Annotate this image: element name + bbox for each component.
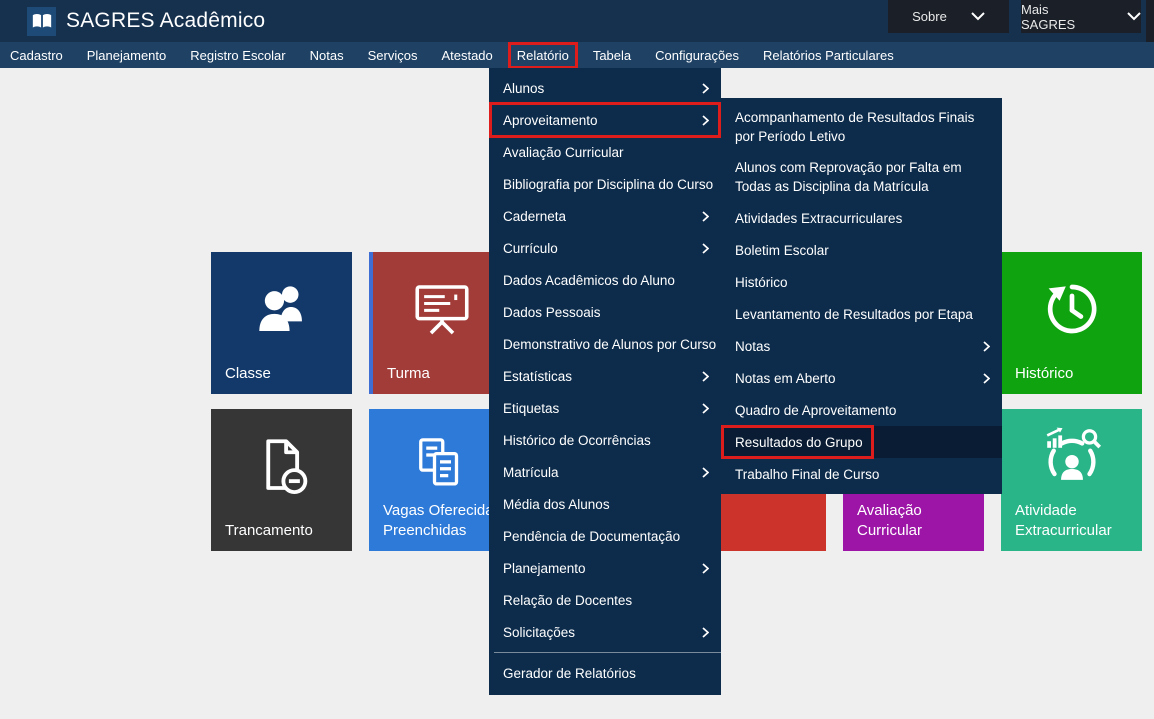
submenuitem-atividades-extracurriculares[interactable]: Atividades Extracurriculares [721, 202, 1002, 234]
activity-analysis-icon [1037, 423, 1107, 498]
tile-label: Histórico [1015, 364, 1073, 384]
menuitem-pendencia-documentacao[interactable]: Pendência de Documentação [489, 520, 721, 552]
menuitem-dados-pessoais[interactable]: Dados Pessoais [489, 296, 721, 328]
menu-servicos[interactable]: Serviços [356, 42, 430, 68]
menuitem-dados-academicos[interactable]: Dados Acadêmicos do Aluno [489, 264, 721, 296]
page-title: SAGRES Acadêmico [66, 0, 265, 42]
menuitem-etiquetas[interactable]: Etiquetas [489, 392, 721, 424]
chevron-right-icon [702, 83, 709, 94]
open-book-icon [31, 13, 53, 30]
menuitem-planejamento[interactable]: Planejamento [489, 552, 721, 584]
chevron-right-icon [702, 371, 709, 382]
menuitem-avaliacao-curricular[interactable]: Avaliação Curricular [489, 136, 721, 168]
menu-registro-escolar[interactable]: Registro Escolar [178, 42, 297, 68]
history-clock-icon [1039, 276, 1105, 347]
chevron-right-icon [983, 341, 990, 352]
tile-label: Avaliação Curricular [857, 501, 922, 541]
menuitem-solicitacoes[interactable]: Solicitações [489, 616, 721, 648]
tile-label: Classe [225, 364, 271, 384]
tile-trancamento[interactable]: Trancamento [211, 409, 352, 551]
more-sagres-dropdown-button[interactable]: Mais SAGRES [1021, 0, 1141, 33]
menuitem-matricula[interactable]: Matrícula [489, 456, 721, 488]
menuitem-alunos[interactable]: Alunos [489, 72, 721, 104]
menuitem-bibliografia[interactable]: Bibliografia por Disciplina do Curso [489, 168, 721, 200]
tile-label: Vagas Oferecidas Preenchidas [383, 501, 501, 541]
chevron-right-icon [702, 403, 709, 414]
main-menubar: Cadastro Planejamento Registro Escolar N… [0, 42, 1154, 68]
aproveitamento-submenu: Acompanhamento de Resultados Finais por … [721, 98, 1002, 494]
submenuitem-historico[interactable]: Histórico [721, 266, 1002, 298]
menuitem-estatisticas[interactable]: Estatísticas [489, 360, 721, 392]
menuitem-caderneta[interactable]: Caderneta [489, 200, 721, 232]
menuitem-gerador-relatorios[interactable]: Gerador de Relatórios [489, 657, 721, 689]
submenuitem-boletim-escolar[interactable]: Boletim Escolar [721, 234, 1002, 266]
menuitem-relacao-docentes[interactable]: Relação de Docentes [489, 584, 721, 616]
chevron-down-icon [971, 12, 985, 21]
about-dropdown-button[interactable]: Sobre [888, 0, 1009, 33]
submenuitem-alunos-reprovacao-falta[interactable]: Alunos com Reprovação por Falta em Todas… [721, 152, 1002, 202]
menuitem-aproveitamento[interactable]: Aproveitamento [489, 104, 721, 136]
menu-relatorio[interactable]: Relatório [505, 42, 581, 68]
about-label: Sobre [912, 9, 947, 24]
chevron-down-icon [1127, 12, 1141, 21]
tile-historico[interactable]: Histórico [1001, 252, 1142, 394]
document-minus-icon [249, 433, 315, 504]
chevron-right-icon [983, 373, 990, 384]
submenuitem-resultados-do-grupo[interactable]: Resultados do Grupo [721, 426, 1002, 458]
menu-tabela[interactable]: Tabela [581, 42, 643, 68]
menuitem-historico-ocorrencias[interactable]: Histórico de Ocorrências [489, 424, 721, 456]
chevron-right-icon [702, 211, 709, 222]
menu-separator [494, 652, 721, 653]
submenuitem-quadro-aproveitamento[interactable]: Quadro de Aproveitamento [721, 394, 1002, 426]
chevron-right-icon [702, 563, 709, 574]
submenuitem-notas-em-aberto[interactable]: Notas em Aberto [721, 362, 1002, 394]
menu-relatorios-particulares[interactable]: Relatórios Particulares [751, 42, 906, 68]
tile-atividade-extracurricular[interactable]: Atividade Extracurricular [1001, 409, 1142, 551]
edge-clipped-button [1146, 0, 1154, 47]
chevron-right-icon [702, 467, 709, 478]
menu-atestado[interactable]: Atestado [429, 42, 504, 68]
menuitem-demonstrativo[interactable]: Demonstrativo de Alunos por Curso [489, 328, 721, 360]
app-header: SAGRES Acadêmico Sobre Mais SAGRES [0, 0, 1154, 42]
submenuitem-notas[interactable]: Notas [721, 330, 1002, 362]
menuitem-curriculo[interactable]: Currículo [489, 232, 721, 264]
tile-label: Trancamento [225, 521, 313, 541]
relatorio-dropdown-menu: Alunos Aproveitamento Avaliação Curricul… [489, 68, 721, 695]
tile-classe[interactable]: Classe [211, 252, 352, 394]
submenuitem-trabalho-final-curso[interactable]: Trabalho Final de Curso [721, 458, 1002, 490]
presentation-board-icon [409, 276, 475, 347]
submenuitem-levantamento-resultados-etapa[interactable]: Levantamento de Resultados por Etapa [721, 298, 1002, 330]
chevron-right-icon [702, 115, 709, 126]
sagres-window: SAGRES Acadêmico Sobre Mais SAGRES Cadas… [0, 0, 1154, 719]
documents-copy-icon [407, 433, 473, 504]
tile-label: Turma [387, 364, 430, 384]
more-sagres-label: Mais SAGRES [1021, 2, 1103, 32]
app-logo [27, 7, 56, 36]
menu-cadastro[interactable]: Cadastro [0, 42, 75, 68]
submenuitem-acompanhamento-resultados-finais[interactable]: Acompanhamento de Resultados Finais por … [721, 102, 1002, 152]
menu-planejamento[interactable]: Planejamento [75, 42, 179, 68]
chevron-right-icon [702, 243, 709, 254]
chevron-right-icon [702, 627, 709, 638]
tile-label: Atividade Extracurricular [1015, 501, 1112, 541]
menu-configuracoes[interactable]: Configurações [643, 42, 751, 68]
people-group-icon [249, 276, 315, 347]
menu-notas[interactable]: Notas [298, 42, 356, 68]
menu-relatorio-label: Relatório [517, 48, 569, 63]
menuitem-media-alunos[interactable]: Média dos Alunos [489, 488, 721, 520]
